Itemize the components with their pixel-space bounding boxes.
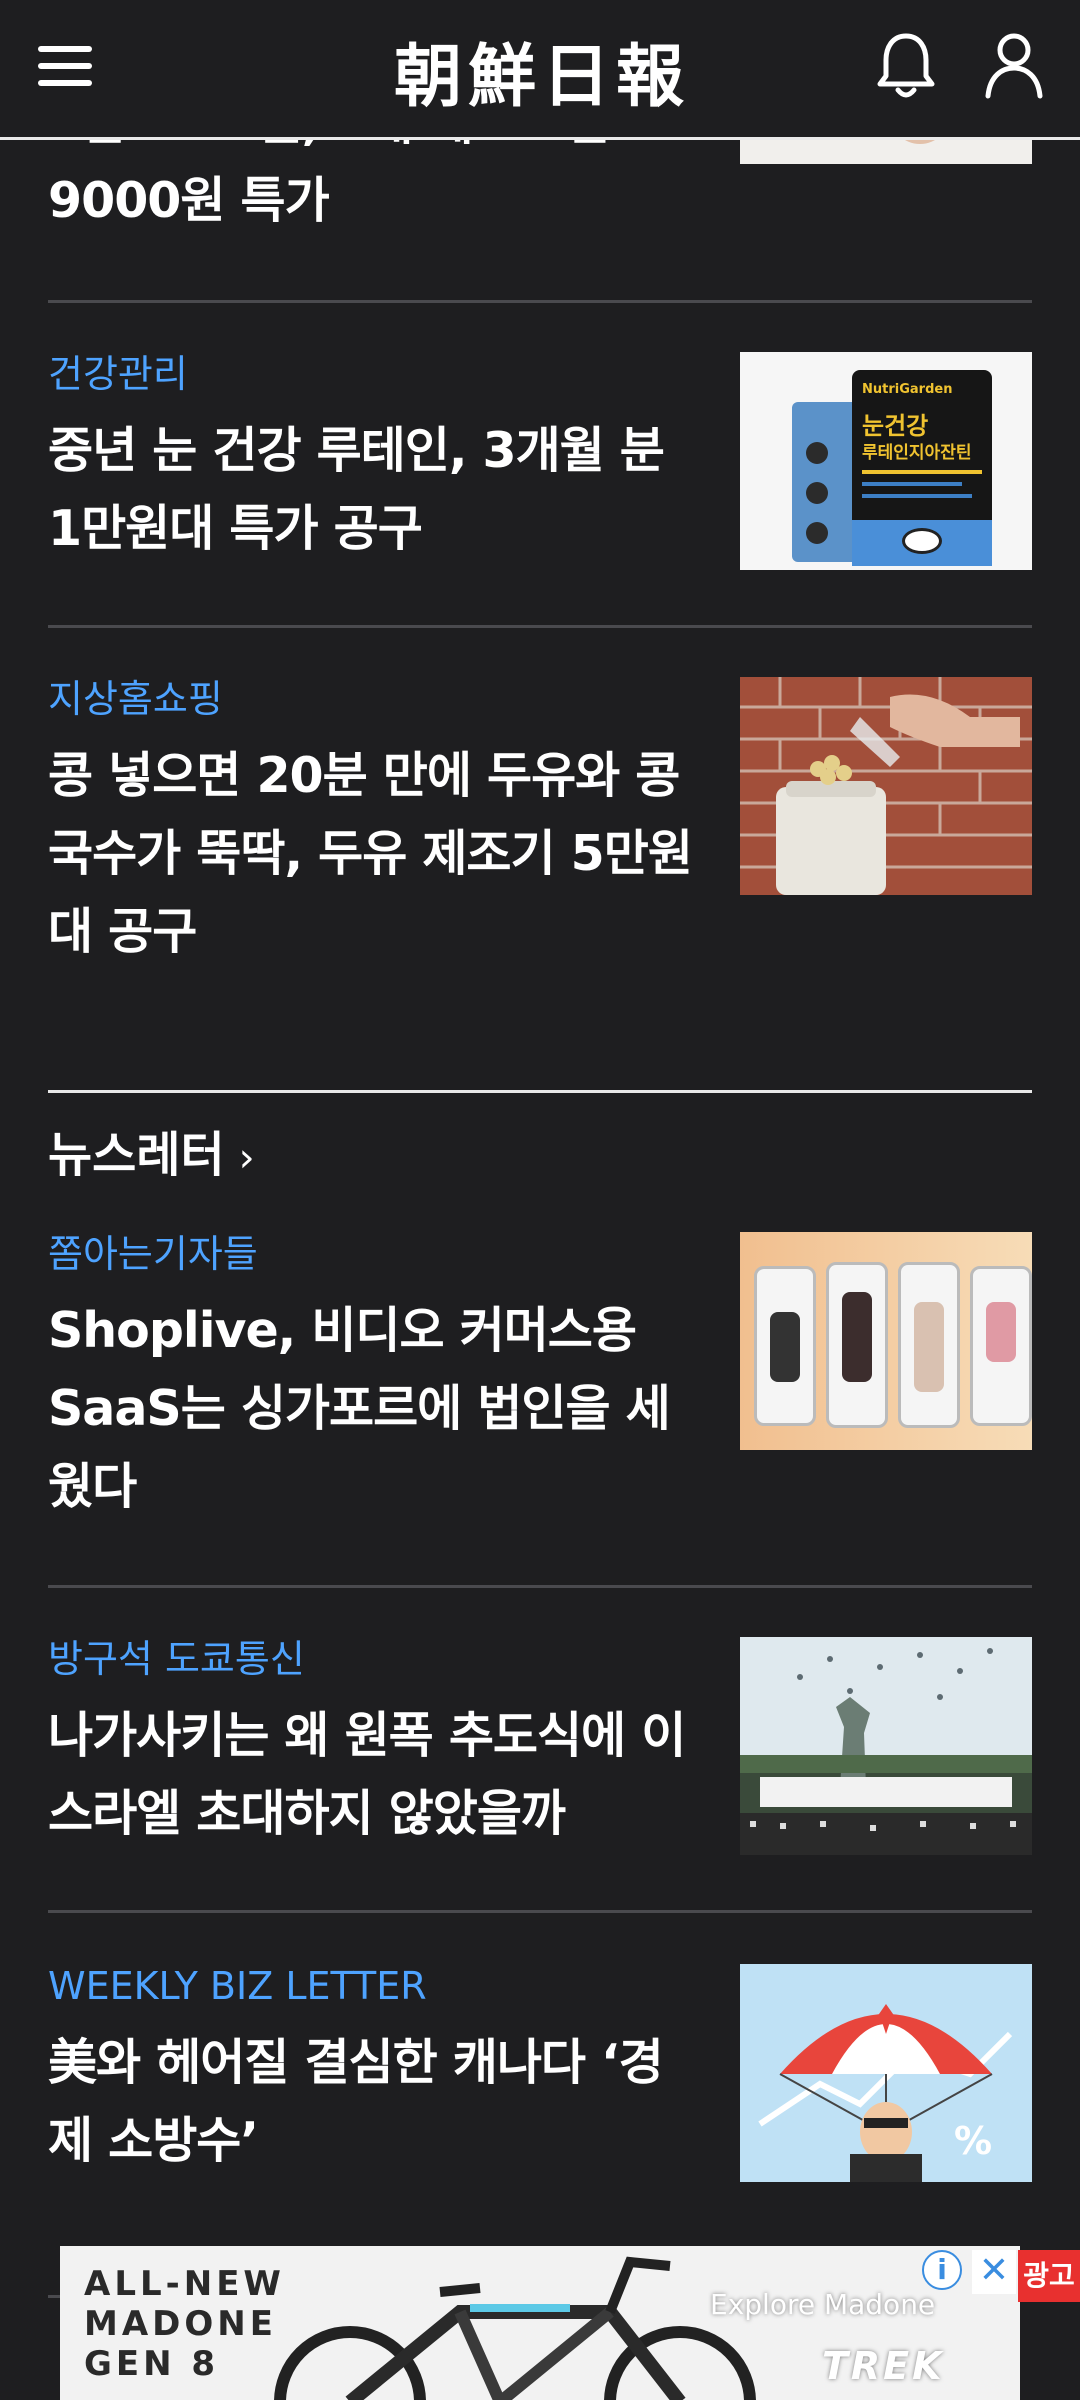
divider — [48, 1910, 1032, 1913]
newsletter-heading[interactable]: 뉴스레터 › — [48, 1115, 255, 1185]
list-item[interactable]: 건강관리 중년 눈 건강 루테인, 3개월 분 1만원대 특가 공구 Nutri… — [48, 350, 1032, 570]
article-title[interactable]: Shoplive, 비디오 커머스용 SaaS는 싱가포르에 법인을 세웠다 — [48, 1292, 698, 1526]
list-item[interactable]: 쫌아는기자들 Shoplive, 비디오 커머스용 SaaS는 싱가포르에 법인… — [48, 1230, 1032, 1526]
chevron-right-icon: › — [238, 1135, 255, 1181]
article-thumbnail[interactable] — [740, 1637, 1032, 1855]
list-item[interactable]: 지상홈쇼핑 콩 넣으면 20분 만에 두유와 콩국수가 뚝딱, 두유 제조기 5… — [48, 675, 1032, 971]
article-thumbnail[interactable] — [740, 677, 1032, 895]
section-divider — [48, 1090, 1032, 1093]
article-title[interactable]: 나가사키는 왜 원폭 추도식에 이스라엘 초대하지 않았을까 — [48, 1697, 698, 1853]
article-title[interactable]: 콩 넣으면 20분 만에 두유와 콩국수가 뚝딱, 두유 제조기 5만원 대 공… — [48, 737, 698, 971]
divider — [48, 1585, 1032, 1588]
divider — [48, 300, 1032, 303]
user-icon[interactable] — [982, 30, 1046, 100]
article-thumbnail[interactable]: NutriGarden 눈건강 루테인지아잔틴 — [740, 352, 1032, 570]
menu-icon[interactable] — [38, 42, 92, 90]
list-item[interactable]: WEEKLY BIZ LETTER 美와 헤어질 결심한 캐나다 ‘경제 소방수… — [48, 1962, 1032, 2182]
ad-banner[interactable]: ALL-NEW MADONE GEN 8 Explore Madone TREK — [60, 2246, 1020, 2400]
ad-explore-link[interactable]: Explore Madone — [710, 2288, 935, 2321]
close-icon[interactable]: ✕ — [972, 2250, 1016, 2294]
list-item[interactable]: 방구석 도쿄통신 나가사키는 왜 원폭 추도식에 이스라엘 초대하지 않았을까 — [48, 1635, 1032, 1855]
article-thumbnail[interactable] — [740, 1232, 1032, 1450]
article-title[interactable]: 美와 헤어질 결심한 캐나다 ‘경제 소방수’ — [48, 2024, 698, 2180]
divider — [48, 625, 1032, 628]
bicycle-image — [274, 2256, 756, 2400]
article-thumbnail[interactable]: % — [740, 1964, 1032, 2182]
bell-icon[interactable] — [874, 30, 938, 102]
percent-sign: % — [954, 2119, 992, 2163]
ad-brand: TREK — [822, 2344, 945, 2388]
info-icon[interactable]: i — [922, 2250, 962, 2290]
top-header: 朝鮮日報 — [0, 0, 1080, 140]
ad-label: 광고 — [1018, 2250, 1080, 2302]
site-logo[interactable]: 朝鮮日報 — [352, 20, 732, 120]
article-title[interactable]: 중년 눈 건강 루테인, 3개월 분 1만원대 특가 공구 — [48, 412, 698, 568]
newsletter-heading-label: 뉴스레터 — [48, 1127, 225, 1183]
